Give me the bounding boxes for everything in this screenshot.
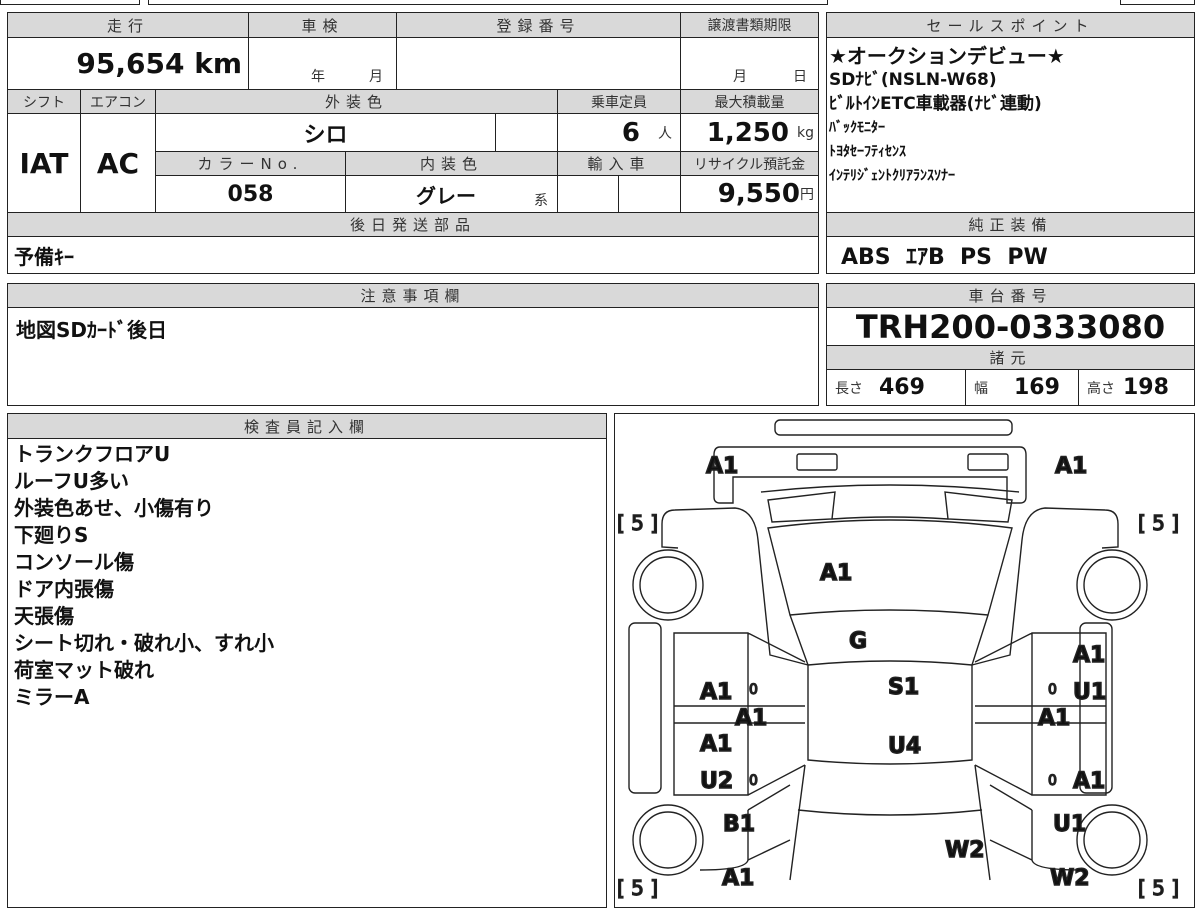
mark-lf-door: A1 — [700, 680, 732, 705]
tire-mark-fr: [ 5 ] — [1138, 511, 1179, 535]
mark-lr-door: A1 — [700, 732, 732, 757]
car-outline — [628, 419, 1148, 881]
tire-mark-rr: [ 5 ] — [1138, 876, 1179, 900]
damage-diagram: [ 5 ] [ 5 ] [ 5 ] [ 5 ] A1 A1 A1 G S1 U4… — [616, 419, 1180, 900]
mark-rr-quarter: U1 — [1053, 812, 1086, 837]
zero-mark: 0 — [749, 682, 758, 698]
mark-l-step: A1 — [735, 706, 767, 731]
mark-rf-door: A1 — [1073, 643, 1105, 668]
mark-lr-quarter: B1 — [723, 812, 755, 837]
zero-mark: 0 — [749, 773, 758, 789]
tire-mark-fl: [ 5 ] — [617, 511, 658, 535]
mark-rf-door2: U1 — [1073, 680, 1106, 705]
mark-rr-door: A1 — [1073, 769, 1105, 794]
mark-r-rear: W2 — [1050, 866, 1090, 891]
mark-hood: A1 — [820, 561, 852, 586]
mark-windshield: G — [849, 629, 867, 654]
mark-roof: S1 — [888, 675, 919, 700]
tire-mark-rl: [ 5 ] — [617, 876, 658, 900]
mark-r-step: A1 — [1038, 706, 1070, 731]
mark-rear-roof: U4 — [888, 734, 921, 759]
mark-front-left: A1 — [706, 454, 738, 479]
mark-front-right: A1 — [1055, 454, 1087, 479]
mark-l-rear: A1 — [722, 866, 754, 891]
zero-mark: 0 — [1048, 773, 1057, 789]
zero-mark: 0 — [1048, 682, 1057, 698]
mark-back-door: W2 — [945, 838, 985, 863]
mark-lr-door2: U2 — [700, 769, 733, 794]
